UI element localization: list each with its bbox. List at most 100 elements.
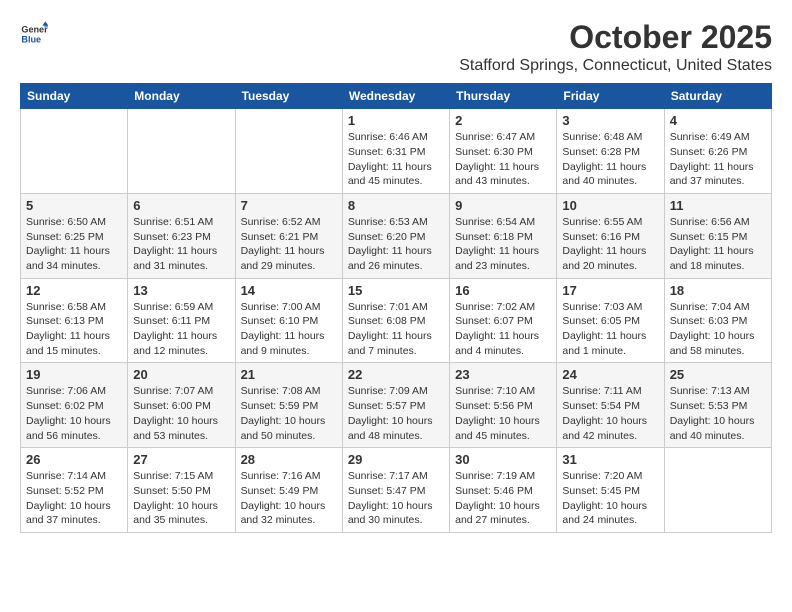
calendar-cell: 8 Sunrise: 6:53 AMSunset: 6:20 PMDaylight…: [342, 193, 449, 278]
day-number: 31: [562, 452, 658, 467]
day-number: 12: [26, 283, 122, 298]
day-info: Sunrise: 6:47 AMSunset: 6:30 PMDaylight:…: [455, 130, 551, 189]
calendar-cell: 28 Sunrise: 7:16 AMSunset: 5:49 PMDayligh…: [235, 448, 342, 533]
calendar-cell: 22Sunrise: 7:09 AMSunset: 5:57 PMDayligh…: [342, 363, 449, 448]
page-container: General Blue October 2025 Stafford Sprin…: [0, 0, 792, 543]
day-number: 22: [348, 367, 444, 382]
day-number: 19: [26, 367, 122, 382]
day-number: 20: [133, 367, 229, 382]
day-info: Sunrise: 6:51 AMSunset: 6:23 PMDaylight:…: [133, 215, 229, 274]
logo-icon: General Blue: [20, 20, 48, 48]
calendar-cell: 1Sunrise: 6:46 AMSunset: 6:31 PMDaylight…: [342, 109, 449, 194]
day-info: Sunrise: 7:02 AMSunset: 6:07 PMDaylight:…: [455, 300, 551, 359]
col-thursday: Thursday: [450, 84, 557, 109]
logo: General Blue: [20, 20, 48, 48]
day-number: 1: [348, 113, 444, 128]
calendar-cell: 18Sunrise: 7:04 AMSunset: 6:03 PMDayligh…: [664, 278, 771, 363]
day-info: Sunrise: 7:19 AMSunset: 5:46 PMDaylight:…: [455, 469, 551, 528]
calendar-week-0: 1Sunrise: 6:46 AMSunset: 6:31 PMDaylight…: [21, 109, 772, 194]
day-info: Sunrise: 6:59 AMSunset: 6:11 PMDaylight:…: [133, 300, 229, 359]
col-tuesday: Tuesday: [235, 84, 342, 109]
day-info: Sunrise: 6:58 AMSunset: 6:13 PMDaylight:…: [26, 300, 122, 359]
day-info: Sunrise: 6:52 AMSunset: 6:21 PMDaylight:…: [241, 215, 337, 274]
calendar-cell: 2 Sunrise: 6:47 AMSunset: 6:30 PMDaylight…: [450, 109, 557, 194]
day-number: 8: [348, 198, 444, 213]
day-number: 9: [455, 198, 551, 213]
calendar-cell: 23 Sunrise: 7:10 AMSunset: 5:56 PMDayligh…: [450, 363, 557, 448]
title-block: October 2025 Stafford Springs, Connectic…: [459, 20, 772, 75]
day-number: 14: [241, 283, 337, 298]
day-number: 15: [348, 283, 444, 298]
day-number: 4: [670, 113, 766, 128]
calendar-cell: 30Sunrise: 7:19 AMSunset: 5:46 PMDayligh…: [450, 448, 557, 533]
day-info: Sunrise: 7:08 AMSunset: 5:59 PMDaylight:…: [241, 384, 337, 443]
calendar-cell: 7 Sunrise: 6:52 AMSunset: 6:21 PMDaylight…: [235, 193, 342, 278]
day-number: 27: [133, 452, 229, 467]
day-number: 25: [670, 367, 766, 382]
day-number: 23: [455, 367, 551, 382]
calendar-cell: 3Sunrise: 6:48 AMSunset: 6:28 PMDaylight…: [557, 109, 664, 194]
day-info: Sunrise: 7:10 AMSunset: 5:56 PMDaylight:…: [455, 384, 551, 443]
calendar-cell: 4Sunrise: 6:49 AMSunset: 6:26 PMDaylight…: [664, 109, 771, 194]
day-info: Sunrise: 7:06 AMSunset: 6:02 PMDaylight:…: [26, 384, 122, 443]
calendar-week-3: 19 Sunrise: 7:06 AMSunset: 6:02 PMDayligh…: [21, 363, 772, 448]
day-info: Sunrise: 6:56 AMSunset: 6:15 PMDaylight:…: [670, 215, 766, 274]
day-number: 3: [562, 113, 658, 128]
calendar-cell: 25 Sunrise: 7:13 AMSunset: 5:53 PMDayligh…: [664, 363, 771, 448]
day-number: 28: [241, 452, 337, 467]
day-info: Sunrise: 7:07 AMSunset: 6:00 PMDaylight:…: [133, 384, 229, 443]
day-info: Sunrise: 6:53 AMSunset: 6:20 PMDaylight:…: [348, 215, 444, 274]
calendar-week-4: 26 Sunrise: 7:14 AMSunset: 5:52 PMDayligh…: [21, 448, 772, 533]
day-info: Sunrise: 7:03 AMSunset: 6:05 PMDaylight:…: [562, 300, 658, 359]
calendar-cell: 20 Sunrise: 7:07 AMSunset: 6:00 PMDayligh…: [128, 363, 235, 448]
calendar-cell: 6 Sunrise: 6:51 AMSunset: 6:23 PMDaylight…: [128, 193, 235, 278]
calendar-cell: 27 Sunrise: 7:15 AMSunset: 5:50 PMDayligh…: [128, 448, 235, 533]
calendar-cell: 17 Sunrise: 7:03 AMSunset: 6:05 PMDayligh…: [557, 278, 664, 363]
calendar-cell: 13Sunrise: 6:59 AMSunset: 6:11 PMDayligh…: [128, 278, 235, 363]
calendar-cell: 9Sunrise: 6:54 AMSunset: 6:18 PMDaylight…: [450, 193, 557, 278]
day-number: 26: [26, 452, 122, 467]
col-friday: Friday: [557, 84, 664, 109]
header: General Blue October 2025 Stafford Sprin…: [20, 20, 772, 75]
svg-text:Blue: Blue: [21, 34, 41, 44]
day-info: Sunrise: 7:11 AMSunset: 5:54 PMDaylight:…: [562, 384, 658, 443]
day-info: Sunrise: 7:01 AMSunset: 6:08 PMDaylight:…: [348, 300, 444, 359]
calendar-cell: 21 Sunrise: 7:08 AMSunset: 5:59 PMDayligh…: [235, 363, 342, 448]
day-number: 5: [26, 198, 122, 213]
day-number: 10: [562, 198, 658, 213]
day-info: Sunrise: 6:50 AMSunset: 6:25 PMDaylight:…: [26, 215, 122, 274]
col-saturday: Saturday: [664, 84, 771, 109]
location-title: Stafford Springs, Connecticut, United St…: [459, 57, 772, 75]
day-info: Sunrise: 7:13 AMSunset: 5:53 PMDaylight:…: [670, 384, 766, 443]
calendar-cell: 14 Sunrise: 7:00 AMSunset: 6:10 PMDayligh…: [235, 278, 342, 363]
day-info: Sunrise: 7:16 AMSunset: 5:49 PMDaylight:…: [241, 469, 337, 528]
day-info: Sunrise: 7:15 AMSunset: 5:50 PMDaylight:…: [133, 469, 229, 528]
day-number: 6: [133, 198, 229, 213]
day-number: 7: [241, 198, 337, 213]
day-info: Sunrise: 7:20 AMSunset: 5:45 PMDaylight:…: [562, 469, 658, 528]
calendar-cell: 12 Sunrise: 6:58 AMSunset: 6:13 PMDayligh…: [21, 278, 128, 363]
day-number: 17: [562, 283, 658, 298]
calendar-cell: [235, 109, 342, 194]
day-info: Sunrise: 6:55 AMSunset: 6:16 PMDaylight:…: [562, 215, 658, 274]
day-number: 11: [670, 198, 766, 213]
col-wednesday: Wednesday: [342, 84, 449, 109]
calendar-cell: [21, 109, 128, 194]
calendar-cell: 15 Sunrise: 7:01 AMSunset: 6:08 PMDayligh…: [342, 278, 449, 363]
calendar-cell: 24 Sunrise: 7:11 AMSunset: 5:54 PMDayligh…: [557, 363, 664, 448]
header-row: Sunday Monday Tuesday Wednesday Thursday…: [21, 84, 772, 109]
col-monday: Monday: [128, 84, 235, 109]
day-info: Sunrise: 7:17 AMSunset: 5:47 PMDaylight:…: [348, 469, 444, 528]
month-title: October 2025: [459, 20, 772, 55]
svg-text:General: General: [21, 25, 48, 35]
day-number: 21: [241, 367, 337, 382]
day-info: Sunrise: 7:14 AMSunset: 5:52 PMDaylight:…: [26, 469, 122, 528]
col-sunday: Sunday: [21, 84, 128, 109]
day-number: 2: [455, 113, 551, 128]
day-number: 16: [455, 283, 551, 298]
day-info: Sunrise: 7:04 AMSunset: 6:03 PMDaylight:…: [670, 300, 766, 359]
calendar-cell: [128, 109, 235, 194]
day-info: Sunrise: 7:00 AMSunset: 6:10 PMDaylight:…: [241, 300, 337, 359]
day-number: 24: [562, 367, 658, 382]
calendar-table: Sunday Monday Tuesday Wednesday Thursday…: [20, 83, 772, 533]
